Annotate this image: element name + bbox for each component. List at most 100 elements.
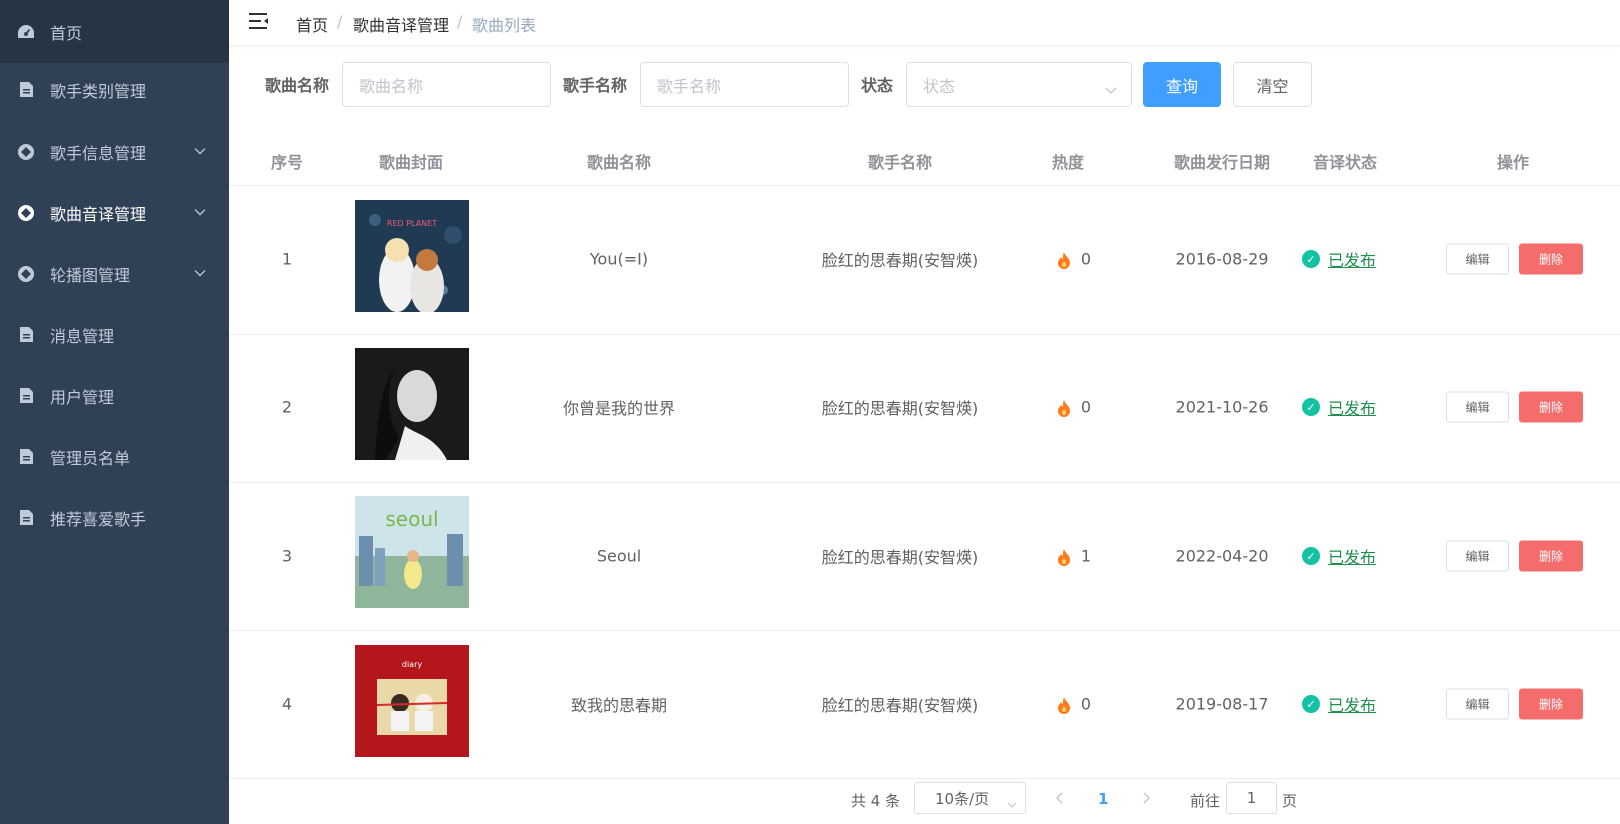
edit-button[interactable]: 编辑 xyxy=(1446,391,1509,423)
sidebar-item-label: 首页 xyxy=(50,23,83,43)
document-icon xyxy=(17,81,35,99)
row-index: 2 xyxy=(281,397,293,417)
document-icon xyxy=(17,448,35,466)
column-header: 序号 xyxy=(270,153,304,172)
sidebar-item-label: 歌曲音译管理 xyxy=(50,204,147,224)
fire-icon xyxy=(1056,399,1072,417)
status-badge[interactable]: ✓ 已发布 xyxy=(1302,395,1376,419)
cover-title: RED PLANET xyxy=(387,219,437,228)
chevron-down-icon xyxy=(194,201,206,220)
singer-name-input[interactable]: 歌手名称 xyxy=(640,62,849,107)
check-circle-icon: ✓ xyxy=(1302,695,1320,713)
song-name: 你曾是我的世界 xyxy=(562,399,676,418)
singer-name: 脸红的思春期(安智煐) xyxy=(821,251,979,270)
sidebar-item-home[interactable]: 首页 xyxy=(0,0,229,63)
navbar: 首页 / 歌曲音译管理 / 歌曲列表 xyxy=(229,0,1620,46)
song-cover-image: seoul xyxy=(355,496,469,608)
breadcrumb-separator: / xyxy=(337,12,343,31)
delete-button[interactable]: 删除 xyxy=(1519,391,1583,423)
page-suffix: 页 xyxy=(1282,792,1298,810)
edit-button[interactable]: 编辑 xyxy=(1446,540,1509,572)
sidebar-item-recommended-singers[interactable]: 推荐喜爱歌手 xyxy=(0,486,229,549)
column-header: 歌曲封面 xyxy=(378,153,444,172)
status-select[interactable]: 状态 xyxy=(906,62,1132,107)
check-circle-icon: ✓ xyxy=(1302,547,1320,565)
breadcrumb-song-translation[interactable]: 歌曲音译管理 xyxy=(353,12,449,36)
sidebar-item-label: 管理员名单 xyxy=(50,448,131,468)
column-header: 操作 xyxy=(1496,153,1530,172)
release-date: 2021-10-26 xyxy=(1175,397,1269,417)
row-index: 3 xyxy=(281,546,293,566)
status-badge[interactable]: ✓ 已发布 xyxy=(1302,544,1376,568)
column-header: 音译状态 xyxy=(1312,153,1378,172)
song-name-input[interactable]: 歌曲名称 xyxy=(342,62,551,107)
sidebar-item-label: 歌手类别管理 xyxy=(50,81,147,101)
document-icon xyxy=(17,326,35,344)
sidebar-item-carousel[interactable]: 轮播图管理 xyxy=(0,242,229,305)
divider xyxy=(229,185,1620,186)
fire-icon xyxy=(1056,548,1072,566)
sidebar-item-users[interactable]: 用户管理 xyxy=(0,364,229,427)
divider xyxy=(229,630,1620,631)
chevron-down-icon xyxy=(1007,795,1017,813)
sidebar-item-messages[interactable]: 消息管理 xyxy=(0,303,229,366)
sidebar-item-label: 消息管理 xyxy=(50,326,115,346)
singer-name: 脸红的思春期(安智煐) xyxy=(821,696,979,715)
edit-button[interactable]: 编辑 xyxy=(1446,243,1509,275)
cover-title: seoul xyxy=(385,507,438,531)
sidebar-item-singer-category[interactable]: 歌手类别管理 xyxy=(0,58,229,121)
status-text[interactable]: 已发布 xyxy=(1328,544,1376,568)
column-header: 歌曲名称 xyxy=(586,153,652,172)
heat-value: 0 xyxy=(1080,397,1092,417)
delete-button[interactable]: 删除 xyxy=(1519,243,1583,275)
song-name: 致我的思春期 xyxy=(570,696,668,715)
delete-button[interactable]: 删除 xyxy=(1519,688,1583,720)
check-circle-icon: ✓ xyxy=(1302,250,1320,268)
sidebar-item-admins[interactable]: 管理员名单 xyxy=(0,425,229,488)
divider xyxy=(229,334,1620,335)
status-placeholder: 状态 xyxy=(923,76,956,96)
release-date: 2019-08-17 xyxy=(1175,694,1269,714)
prev-page-button[interactable] xyxy=(1055,790,1063,808)
chevron-down-icon xyxy=(194,140,206,159)
query-button[interactable]: 查询 xyxy=(1143,62,1221,107)
sidebar-item-song-translation[interactable]: 歌曲音译管理 xyxy=(0,181,229,244)
hamburger-icon[interactable] xyxy=(249,12,269,30)
fire-icon xyxy=(1056,696,1072,714)
divider xyxy=(229,778,1620,779)
singer-name: 脸红的思春期(安智煐) xyxy=(821,399,979,418)
sidebar-item-label: 歌手信息管理 xyxy=(50,143,147,163)
sidebar-item-singer-info[interactable]: 歌手信息管理 xyxy=(0,120,229,183)
breadcrumb-separator: / xyxy=(457,12,463,31)
singer-name-label: 歌手名称 xyxy=(563,76,628,95)
chevron-down-icon xyxy=(194,262,206,281)
page-size-select[interactable]: 10条/页 xyxy=(914,782,1026,814)
breadcrumb-home[interactable]: 首页 xyxy=(296,12,328,36)
next-page-button[interactable] xyxy=(1143,790,1151,808)
component-icon xyxy=(17,204,35,222)
status-text[interactable]: 已发布 xyxy=(1328,395,1376,419)
row-index: 4 xyxy=(281,694,293,714)
release-date: 2022-04-20 xyxy=(1175,546,1269,566)
sidebar-item-label: 推荐喜爱歌手 xyxy=(50,509,147,529)
singer-name: 脸红的思春期(安智煐) xyxy=(821,548,979,567)
delete-button[interactable]: 删除 xyxy=(1519,540,1583,572)
status-text[interactable]: 已发布 xyxy=(1328,247,1376,271)
fire-icon xyxy=(1056,251,1072,269)
heat-value: 1 xyxy=(1080,546,1092,566)
singer-name-placeholder: 歌手名称 xyxy=(657,76,722,96)
dashboard-icon xyxy=(17,23,35,41)
status-badge[interactable]: ✓ 已发布 xyxy=(1302,247,1376,271)
status-text[interactable]: 已发布 xyxy=(1328,692,1376,716)
edit-button[interactable]: 编辑 xyxy=(1446,688,1509,720)
heat-value: 0 xyxy=(1080,694,1092,714)
goto-page-input[interactable]: 1 xyxy=(1226,782,1277,814)
column-header: 热度 xyxy=(1051,153,1085,172)
status-badge[interactable]: ✓ 已发布 xyxy=(1302,692,1376,716)
song-cover-image: diary xyxy=(355,645,469,757)
page-number-current[interactable]: 1 xyxy=(1098,790,1108,808)
clear-button[interactable]: 清空 xyxy=(1233,62,1312,107)
component-icon xyxy=(17,143,35,161)
breadcrumb-current: 歌曲列表 xyxy=(472,16,537,35)
song-name: Seoul xyxy=(596,546,642,566)
